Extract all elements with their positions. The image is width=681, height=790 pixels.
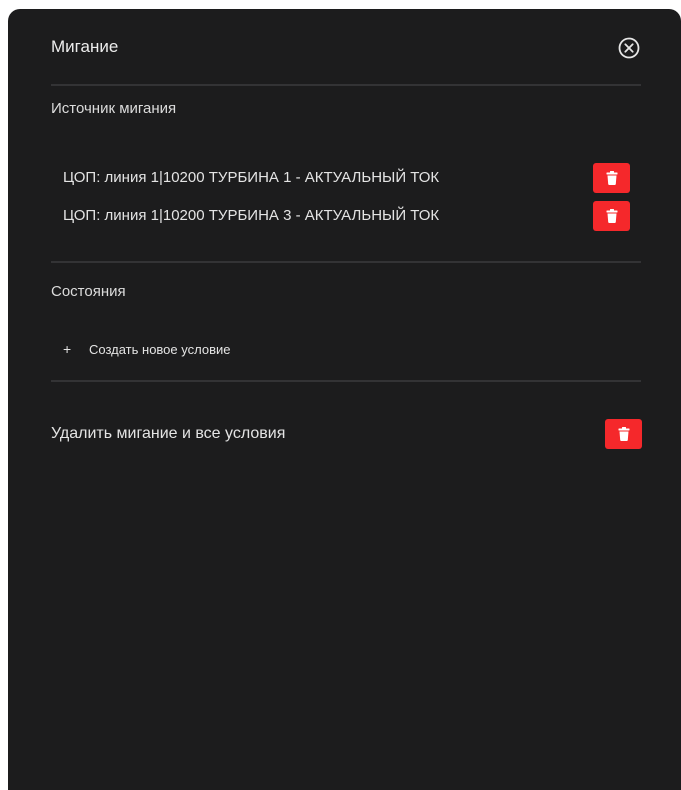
source-item-label: ЦОП: линия 1|10200 ТУРБИНА 3 - АКТУАЛЬНЫ…: [63, 207, 440, 224]
source-item: ЦОП: линия 1|10200 ТУРБИНА 3 - АКТУАЛЬНЫ…: [63, 201, 633, 231]
delete-source-button[interactable]: [593, 201, 630, 231]
trash-icon: [606, 171, 617, 185]
delete-source-button[interactable]: [593, 163, 630, 193]
blink-dialog: Мигание Источник мигания ЦОП: линия 1|10…: [8, 9, 681, 790]
add-condition-button[interactable]: + Создать новое условие: [63, 339, 230, 359]
close-button[interactable]: [617, 36, 641, 60]
divider: [51, 84, 641, 86]
source-item-label: ЦОП: линия 1|10200 ТУРБИНА 1 - АКТУАЛЬНЫ…: [63, 169, 440, 186]
source-section-title: Источник мигания: [51, 100, 177, 117]
delete-all-button[interactable]: [605, 419, 642, 449]
delete-all-label: Удалить мигание и все условия: [51, 425, 286, 442]
trash-icon: [606, 209, 617, 223]
divider: [51, 261, 641, 263]
states-section-title: Состояния: [51, 283, 126, 300]
add-condition-label: Создать новое условие: [89, 341, 231, 357]
divider: [51, 380, 641, 382]
source-item: ЦОП: линия 1|10200 ТУРБИНА 1 - АКТУАЛЬНЫ…: [63, 163, 633, 193]
plus-icon: +: [63, 341, 72, 357]
close-circle-icon: [618, 37, 640, 59]
dialog-title: Мигание: [51, 37, 119, 56]
trash-icon: [618, 427, 629, 441]
